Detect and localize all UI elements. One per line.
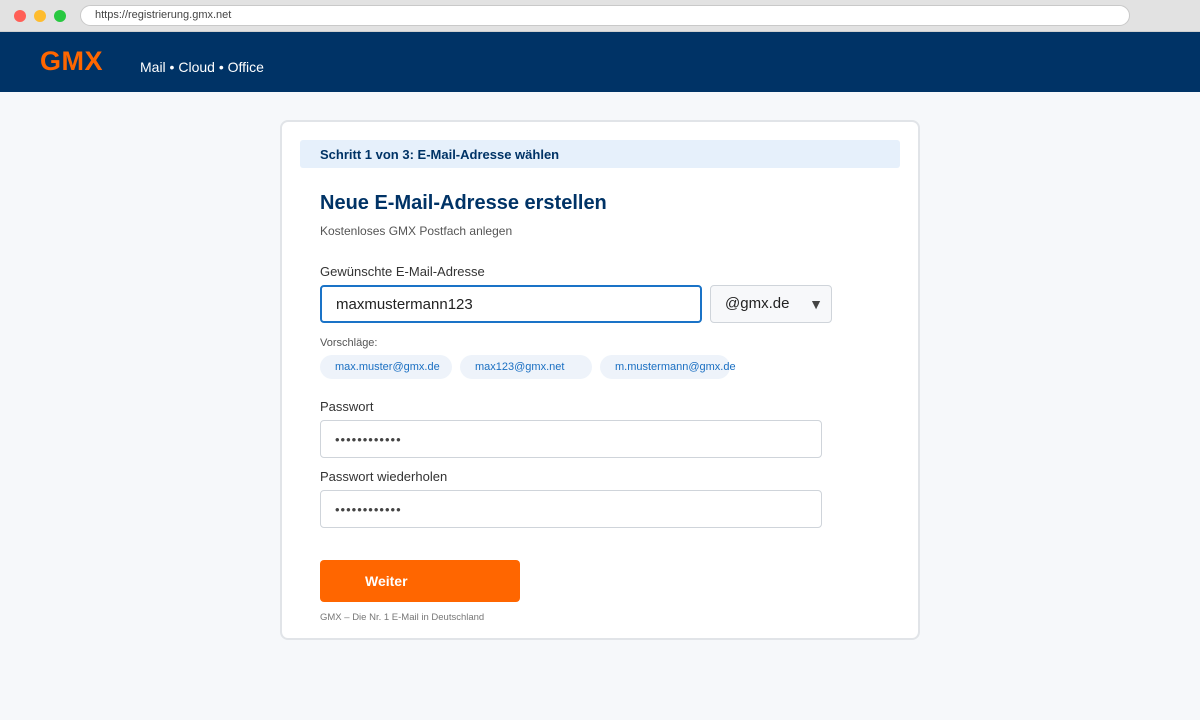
email-input[interactable]: [320, 285, 702, 323]
password-label: Passwort: [320, 399, 374, 414]
password-repeat-label: Passwort wiederholen: [320, 469, 448, 484]
continue-button[interactable]: Weiter: [320, 560, 520, 602]
page-subtitle: Kostenloses GMX Postfach anlegen: [320, 224, 513, 238]
address-bar[interactable]: https://registrierung.gmx.net: [80, 5, 1130, 26]
domain-select[interactable]: @gmx.de ▼: [710, 285, 832, 323]
email-label: Gewünschte E-Mail-Adresse: [320, 264, 485, 279]
step-indicator: Schritt 1 von 3: E-Mail-Adresse wählen: [300, 140, 900, 168]
gmx-logo[interactable]: GMX: [40, 46, 103, 77]
suggestions-label: Vorschläge:: [320, 337, 378, 349]
page-title: Neue E-Mail-Adresse erstellen: [320, 192, 607, 214]
footer-note: GMX – Die Nr. 1 E-Mail in Deutschland: [320, 612, 485, 623]
password-input[interactable]: [320, 420, 822, 458]
registration-card: Schritt 1 von 3: E-Mail-Adresse wählen N…: [280, 120, 920, 640]
browser-chrome: https://registrierung.gmx.net: [0, 0, 1200, 32]
header-tagline: Mail • Cloud • Office: [140, 59, 264, 75]
close-window-icon[interactable]: [14, 10, 26, 22]
password-repeat-input[interactable]: [320, 490, 822, 528]
minimize-window-icon[interactable]: [34, 10, 46, 22]
domain-select-value: @gmx.de: [725, 295, 790, 312]
suggestion-chip[interactable]: m.mustermann@gmx.de: [600, 355, 736, 379]
site-header: GMX Mail • Cloud • Office: [0, 32, 1200, 92]
chevron-down-icon: ▼: [809, 296, 823, 312]
maximize-window-icon[interactable]: [54, 10, 66, 22]
suggestion-chip[interactable]: max123@gmx.net: [460, 355, 592, 379]
suggestion-chip[interactable]: max.muster@gmx.de: [320, 355, 452, 379]
